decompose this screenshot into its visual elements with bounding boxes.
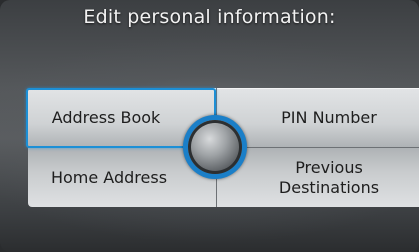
navigation-screen: Edit personal information: Address Book … [0, 0, 419, 252]
joystick-knob-icon[interactable] [183, 115, 247, 179]
joystick-knob-center [188, 120, 242, 174]
home-address-label: Home Address [50, 167, 168, 187]
page-title: Edit personal information: [83, 6, 336, 28]
pin-number-label: PIN Number [281, 107, 377, 127]
pin-number-button[interactable]: PIN Number [217, 88, 419, 147]
previous-destinations-button[interactable]: Previous Destinations [217, 148, 419, 207]
address-book-label: Address Book [51, 108, 161, 127]
previous-destinations-label: Previous Destinations [278, 157, 380, 197]
